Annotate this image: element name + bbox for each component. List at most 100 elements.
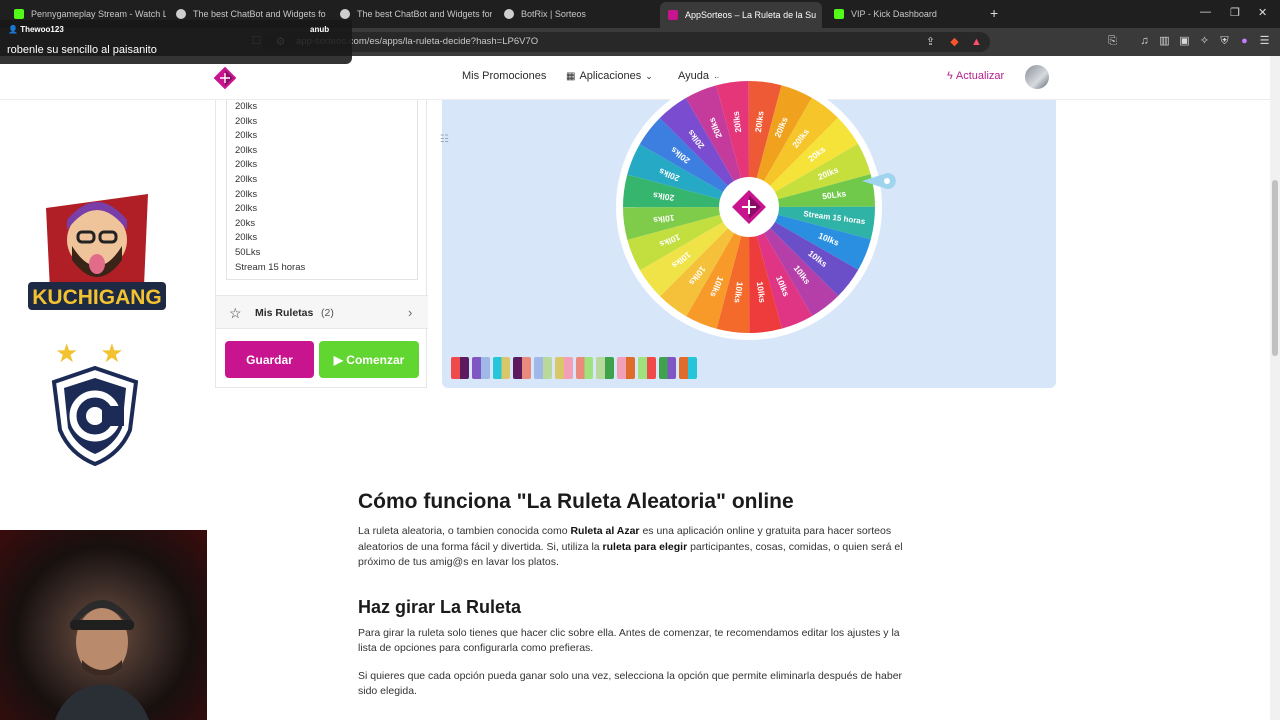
star-icon: ☆ bbox=[229, 305, 242, 321]
my-roulettes-count: (2) bbox=[321, 307, 334, 319]
nav-label: Mis Promociones bbox=[462, 70, 547, 82]
kick-icon bbox=[14, 9, 24, 19]
palette-swatch[interactable] bbox=[679, 357, 697, 379]
article: Cómo funciona "La Ruleta Aleatoria" onli… bbox=[358, 490, 918, 712]
botrix-icon bbox=[176, 9, 186, 19]
kuchigang-text: KUCHIGANG bbox=[32, 286, 162, 309]
palette-swatch[interactable] bbox=[513, 357, 531, 379]
avatar[interactable] bbox=[1025, 65, 1049, 89]
tab-2[interactable]: The best ChatBot and Widgets for Ki bbox=[332, 4, 492, 24]
options-list: 20lks 20lks 20lks 20lks 20lks 20lks 20lk… bbox=[235, 100, 305, 275]
color-palette bbox=[451, 357, 697, 379]
tab-3-title: BotRix | Sorteos bbox=[521, 9, 586, 19]
leo-icon[interactable]: ● bbox=[1238, 35, 1251, 48]
palette-swatch[interactable] bbox=[451, 357, 469, 379]
tab-5[interactable]: VIP - Kick Dashboard bbox=[826, 4, 986, 24]
settings-sliders-icon[interactable]: ☷ bbox=[440, 134, 449, 145]
appsorteos-logo-icon[interactable] bbox=[214, 67, 236, 89]
tab-0-title: Pennygameplay Stream - Watch Live bbox=[31, 9, 166, 19]
brave-rewards-icon[interactable]: ▲ bbox=[970, 36, 983, 49]
text-run: La ruleta aleatoria, o tambien conocida … bbox=[358, 525, 571, 537]
brave-shield-icon[interactable]: ◆ bbox=[948, 36, 961, 49]
option-item: 50Lks bbox=[235, 246, 261, 258]
kuchigang-sub: DBK bbox=[86, 316, 108, 327]
option-item: 20lks bbox=[235, 144, 258, 156]
option-item: 20lks bbox=[235, 101, 258, 112]
wheel-area[interactable]: 20lks 20lks 20ks 20lks 50Lks Stream 15 horas 1… bbox=[442, 74, 1056, 388]
option-item: 20lks bbox=[235, 232, 258, 244]
article-title: Cómo funciona "La Ruleta Aleatoria" onli… bbox=[358, 490, 794, 513]
bold-text: Ruleta al Azar bbox=[570, 525, 640, 537]
tab-5-title: VIP - Kick Dashboard bbox=[851, 9, 937, 19]
share-icon[interactable]: ⇪ bbox=[924, 36, 937, 49]
start-label: Comenzar bbox=[346, 352, 405, 367]
extensions-icon[interactable]: ✧ bbox=[1198, 35, 1211, 48]
tab-2-title: The best ChatBot and Widgets for Ki bbox=[357, 9, 492, 19]
new-tab-button[interactable]: + bbox=[990, 5, 998, 21]
media-icon[interactable]: ♫ bbox=[1138, 35, 1151, 48]
bolt-icon: ϟ bbox=[947, 70, 953, 82]
chat-username-right: anub bbox=[310, 25, 330, 34]
club-crest-icon bbox=[51, 366, 139, 466]
upgrade-label: Actualizar bbox=[955, 70, 1005, 82]
screenshot-icon[interactable]: ⎘ bbox=[1106, 35, 1119, 48]
minimize-icon[interactable]: — bbox=[1200, 6, 1211, 18]
tab-3[interactable]: BotRix | Sorteos bbox=[496, 4, 656, 24]
tab-4[interactable]: AppSorteos – La Ruleta de la Su ✕ bbox=[660, 2, 822, 28]
kuchigang-logo: KUCHIGANG DBK bbox=[28, 194, 166, 327]
url-field[interactable]: ⚙ app-sorteos.com/es/apps/la-ruleta-deci… bbox=[262, 32, 990, 52]
article-paragraph: Si quieres que cada opción pueda ganar s… bbox=[358, 669, 903, 698]
palette-swatch[interactable] bbox=[471, 357, 490, 379]
option-item: 20lks bbox=[235, 188, 258, 200]
play-icon: ▶ bbox=[333, 352, 343, 367]
nav-mis-promociones[interactable]: Mis Promociones bbox=[462, 70, 546, 82]
upgrade-link[interactable]: ϟ Actualizar bbox=[947, 70, 1004, 82]
palette-swatch[interactable] bbox=[575, 357, 594, 379]
palette-swatch[interactable] bbox=[637, 357, 656, 379]
wallet-icon[interactable]: ▣ bbox=[1178, 35, 1191, 48]
palette-swatch[interactable] bbox=[596, 357, 614, 379]
option-item: Stream 15 horas bbox=[235, 261, 306, 273]
chat-username-text: Thewoo123 bbox=[20, 25, 64, 34]
kick-icon bbox=[834, 9, 844, 19]
option-item: 20lks bbox=[235, 159, 258, 171]
botrix-icon bbox=[504, 9, 514, 19]
page-scrollbar[interactable] bbox=[1270, 56, 1280, 720]
palette-swatch[interactable] bbox=[492, 357, 511, 379]
stream-chat-overlay: 👤 Thewoo123 anub robenle su sencillo al … bbox=[0, 20, 352, 64]
palette-swatch[interactable] bbox=[658, 357, 677, 379]
bold-text: ruleta para elegir bbox=[602, 540, 688, 553]
roulette-wheel[interactable]: 20lks 20lks20ks20lks50LksStream 15 horas1… bbox=[612, 70, 886, 344]
grid-icon: ▦ bbox=[566, 70, 576, 82]
appsorteos-icon bbox=[668, 10, 678, 20]
option-item: 20ks bbox=[235, 217, 256, 229]
botrix-icon bbox=[340, 9, 350, 19]
options-textarea[interactable]: 20lks 20lks 20lks 20lks 20lks 20lks 20lk… bbox=[226, 100, 418, 280]
sidebar-icon[interactable]: ▥ bbox=[1158, 35, 1171, 48]
palette-swatch[interactable] bbox=[554, 357, 573, 379]
user-icon: 👤 bbox=[8, 25, 18, 34]
menu-icon[interactable]: ☰ bbox=[1258, 35, 1271, 48]
my-roulettes-label: Mis Ruletas bbox=[255, 307, 314, 319]
chat-username: 👤 Thewoo123 bbox=[8, 25, 64, 34]
start-button[interactable]: ▶ Comenzar bbox=[319, 341, 419, 378]
restore-icon[interactable]: ❐ bbox=[1230, 6, 1240, 19]
stars-icon: ★★ bbox=[55, 338, 146, 368]
tab-1-title: The best ChatBot and Widgets fo bbox=[193, 9, 326, 19]
vpn-icon[interactable]: ⛨ bbox=[1218, 35, 1231, 48]
section-title: Haz girar La Ruleta bbox=[358, 596, 522, 617]
palette-swatch[interactable] bbox=[534, 357, 552, 379]
option-item: 20lks bbox=[235, 203, 258, 215]
article-paragraph: La ruleta aleatoria, o tambien conocida … bbox=[358, 524, 918, 571]
article-paragraph: Para girar la ruleta solo tienes que hac… bbox=[358, 626, 900, 655]
palette-swatch[interactable] bbox=[617, 357, 635, 379]
close-window-icon[interactable]: ✕ bbox=[1258, 6, 1267, 19]
my-roulettes-row[interactable]: ☆ Mis Ruletas (2) › bbox=[216, 295, 428, 329]
save-button[interactable]: Guardar bbox=[225, 341, 314, 378]
page-scroll-thumb[interactable] bbox=[1272, 180, 1278, 356]
chat-message: robenle su sencillo al paisanito bbox=[7, 44, 157, 56]
chevron-right-icon: › bbox=[408, 305, 413, 320]
options-panel: 20lks 20lks 20lks 20lks 20lks 20lks 20lk… bbox=[215, 100, 428, 388]
option-item: 20lks bbox=[235, 173, 258, 185]
wheel-pointer-icon bbox=[862, 173, 896, 189]
